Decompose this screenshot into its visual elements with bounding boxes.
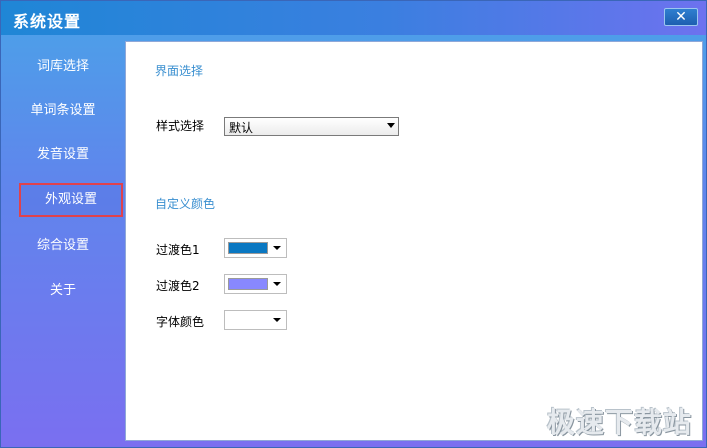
chevron-down-icon	[273, 246, 281, 250]
sidebar-item-appearance[interactable]: 外观设置	[19, 183, 123, 217]
window-title: 系统设置	[13, 12, 82, 31]
sidebar-item-about[interactable]: 关于	[9, 277, 117, 305]
chevron-down-icon	[273, 282, 281, 286]
settings-panel: 界面选择 样式选择 默认 自定义颜色 过渡色1 过渡色2 字体颜色	[125, 41, 703, 441]
sidebar: 词库选择 单词条设置 发音设置 外观设置 综合设置 关于	[1, 41, 125, 441]
custom-color-section-title: 自定义颜色	[155, 197, 216, 211]
style-select-value: 默认	[229, 121, 254, 135]
chevron-down-icon	[387, 123, 395, 128]
sidebar-item-dictionary[interactable]: 词库选择	[9, 53, 117, 81]
close-icon: ✕	[675, 9, 687, 25]
gradient2-swatch	[228, 278, 268, 290]
gradient2-color-picker[interactable]	[224, 274, 287, 294]
gradient1-color-picker[interactable]	[224, 238, 287, 258]
gradient1-swatch	[228, 242, 268, 254]
style-select-label: 样式选择	[156, 119, 205, 133]
gradient2-label: 过渡色2	[156, 279, 200, 293]
font-color-picker[interactable]	[224, 310, 287, 330]
chevron-down-icon	[273, 318, 281, 322]
settings-window: 系统设置 ✕ 词库选择 单词条设置 发音设置 外观设置 综合设置 关于 界面选择…	[0, 0, 707, 448]
watermark-logo: 极速下载站	[546, 406, 692, 439]
title-bar[interactable]: 系统设置 ✕	[1, 1, 706, 35]
font-color-label: 字体颜色	[156, 315, 205, 329]
sidebar-item-pronunciation[interactable]: 发音设置	[9, 141, 117, 169]
interface-section-title: 界面选择	[155, 64, 204, 78]
gradient1-label: 过渡色1	[156, 243, 200, 257]
font-color-swatch	[228, 314, 268, 326]
close-button[interactable]: ✕	[664, 8, 698, 26]
sidebar-item-word-entry[interactable]: 单词条设置	[9, 97, 117, 125]
sidebar-item-general[interactable]: 综合设置	[9, 232, 117, 260]
style-select[interactable]: 默认	[224, 117, 399, 136]
